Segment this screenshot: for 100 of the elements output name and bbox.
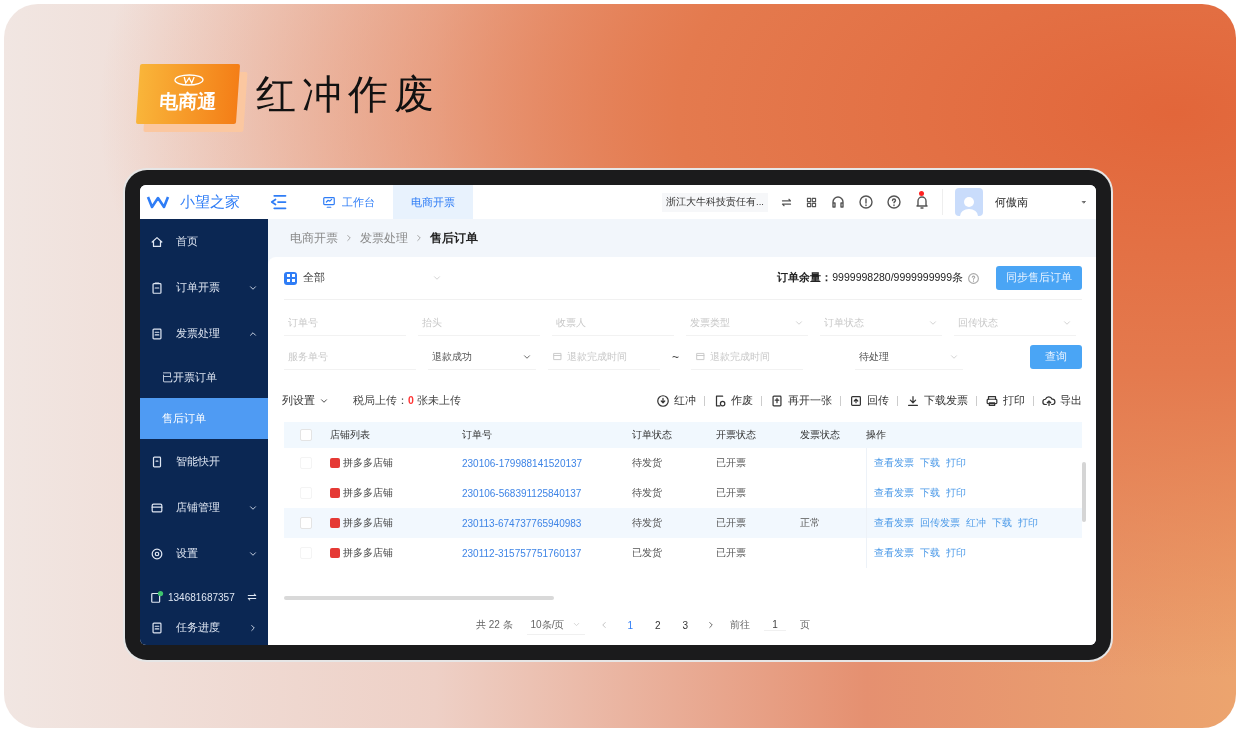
toolbar-button[interactable]: 作废 (713, 394, 753, 408)
quota-label: 订单余量：9999998280/9999999999条 (777, 271, 963, 285)
toolbar-button[interactable]: 回传 (849, 394, 889, 408)
row-action-link[interactable]: 打印 (946, 456, 966, 470)
sidebar-item[interactable]: 智能快开 (140, 439, 268, 485)
shop-select[interactable]: 全部 (284, 271, 442, 285)
table-cell: 拼多多店铺 (343, 456, 393, 470)
table-row[interactable]: 拼多多店铺 230112-315757751760137 已发货 已开票 查看发票 下载 打印 (284, 538, 1082, 568)
home-icon (150, 235, 164, 249)
sidebar-item[interactable]: 首页 (140, 219, 268, 265)
row-action-link[interactable]: 红冲 (966, 516, 986, 530)
toolbar-button[interactable]: 再开一张 (770, 394, 832, 408)
toolbar-button[interactable]: 红冲 (656, 394, 696, 408)
order-link[interactable]: 230106-179988141520137 (462, 457, 632, 469)
chevron-down-icon (248, 503, 258, 513)
chevron-down-icon (248, 549, 258, 559)
row-action-link[interactable]: 查看发票 (874, 456, 914, 470)
table-cell-text: 已发货 (632, 546, 663, 560)
row-action-link[interactable]: 打印 (1018, 516, 1038, 530)
sync-button[interactable]: 同步售后订单 (996, 266, 1082, 290)
order-link[interactable]: 230106-568391125840137 (462, 487, 632, 499)
process-status-select[interactable]: 待处理 (855, 344, 963, 370)
page-button[interactable]: 2 (651, 619, 665, 631)
cloud-upload-icon (1042, 394, 1056, 408)
breadcrumb-item[interactable]: 电商开票 (290, 229, 338, 247)
document-icon (770, 394, 784, 408)
page-button[interactable]: 1 (623, 619, 637, 631)
badge-text: 电商通 (158, 89, 217, 114)
page-unit: 页 (800, 618, 811, 632)
row-action-link[interactable]: 打印 (946, 546, 966, 560)
toolbar-button[interactable]: 下载发票 (906, 394, 968, 408)
row-action-link[interactable]: 下载 (920, 486, 940, 500)
download-circle-icon (656, 394, 670, 408)
alert-icon (858, 194, 874, 210)
table-cell: 拼多多店铺 (343, 516, 393, 530)
checkbox[interactable] (300, 517, 312, 529)
upload-icon (849, 394, 863, 408)
range-separator: ~ (672, 350, 679, 364)
checkbox[interactable] (300, 429, 312, 441)
scrollbar[interactable] (284, 596, 554, 600)
avatar-icon[interactable] (955, 188, 983, 216)
order-link[interactable]: 230113-674737765940983 (462, 517, 632, 529)
nav-tab[interactable]: 工作台 (304, 185, 393, 219)
column-settings-button[interactable]: 列设置 (282, 394, 329, 408)
calendar-icon (552, 351, 563, 362)
table-cell: 拼多多店铺 (343, 546, 393, 560)
user-name[interactable]: 何傲南 (995, 194, 1028, 210)
breadcrumb-item[interactable]: 发票处理 (360, 229, 408, 247)
breadcrumb-item: 售后订单 (430, 229, 478, 247)
row-action-link[interactable]: 下载 (920, 456, 940, 470)
table-cell-text: 待发货 (632, 486, 663, 500)
app-name: 小望之家 (180, 192, 240, 212)
scrollbar[interactable] (1082, 462, 1086, 522)
row-action-link[interactable]: 下载 (920, 546, 940, 560)
row-action-link[interactable]: 查看发票 (874, 486, 914, 500)
column-header: 操作 (866, 428, 887, 442)
toolbar-button[interactable]: 打印 (985, 394, 1025, 408)
table-cell-text: 已开票 (716, 516, 747, 530)
row-action-link[interactable]: 回传发票 (920, 516, 960, 530)
logo-icon (173, 73, 205, 86)
query-button[interactable]: 查询 (1030, 345, 1082, 369)
page-button[interactable]: 3 (678, 619, 693, 631)
store-icon (150, 501, 164, 515)
column-header: 开票状态 (716, 428, 757, 442)
sidebar-item[interactable]: 任务进度 (140, 611, 268, 645)
sidebar-item[interactable]: 发票处理 (140, 311, 268, 357)
table-row[interactable]: 拼多多店铺 230113-674737765940983 待发货 已开票 正常 查看发票 回传发票 红冲 下载 打印 (284, 508, 1082, 538)
row-action-link[interactable]: 下载 (992, 516, 1012, 530)
column-header: 发票状态 (800, 428, 841, 442)
table-cell-text: 正常 (800, 516, 821, 530)
sidebar-item[interactable]: 设置 (140, 531, 268, 577)
bell-icon (914, 194, 930, 210)
shop-icon (330, 548, 340, 558)
grid-icon (284, 271, 297, 285)
printer-icon (985, 394, 999, 408)
chevron-down-icon (319, 396, 329, 406)
row-action-link[interactable]: 打印 (946, 486, 966, 500)
row-action-link[interactable]: 查看发票 (874, 546, 914, 560)
caret-down-icon (1080, 198, 1088, 206)
clipboard-icon (150, 281, 164, 295)
goto-page-field[interactable]: 1 (764, 619, 787, 631)
chevron-down-icon (248, 283, 258, 293)
document-icon (150, 621, 164, 635)
sidebar-subitem[interactable]: 售后订单 (140, 398, 268, 439)
toolbar-button[interactable]: 导出 (1042, 394, 1082, 408)
nav-tab[interactable]: 电商开票 (393, 185, 473, 219)
shop-icon (330, 458, 340, 468)
sidebar-item[interactable]: 订单开票 (140, 265, 268, 311)
chevron-down-icon (572, 620, 582, 629)
sidebar-subitem[interactable]: 已开票订单 (140, 357, 268, 398)
company-name[interactable]: 浙江大牛科技责任有... (662, 192, 768, 212)
apps-grid-icon (805, 195, 818, 209)
table-row[interactable]: 拼多多店铺 230106-179988141520137 待发货 已开票 查看发票 下载 打印 (284, 448, 1082, 478)
column-header: 店铺列表 (330, 428, 371, 442)
download-icon (906, 394, 920, 408)
page-size-select[interactable]: 10条/页 (526, 615, 586, 635)
sidebar-item[interactable]: 店铺管理 (140, 485, 268, 531)
order-link[interactable]: 230112-315757751760137 (462, 547, 632, 559)
row-action-link[interactable]: 查看发票 (874, 516, 914, 530)
refund-status-select[interactable]: 退款成功 (428, 344, 536, 370)
